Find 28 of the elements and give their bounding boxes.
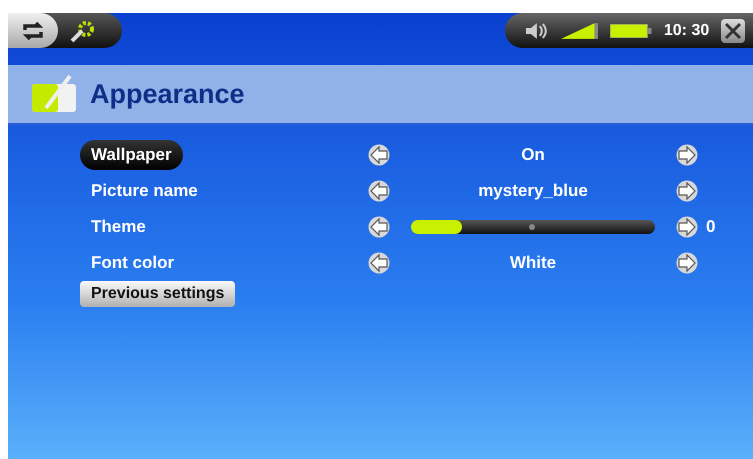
right-arrow-icon[interactable] — [676, 180, 698, 202]
page-title: Appearance — [90, 78, 245, 111]
sync-button[interactable] — [8, 13, 58, 48]
setting-label[interactable]: Theme — [80, 212, 157, 242]
volume-level-icon — [560, 22, 598, 38]
slider-reading: 0 — [706, 217, 716, 236]
speaker-icon[interactable] — [525, 22, 549, 40]
setting-value: mystery_blue — [478, 180, 588, 202]
setting-value: On — [521, 144, 545, 166]
right-arrow-icon[interactable] — [676, 252, 698, 274]
close-button[interactable] — [721, 18, 745, 42]
close-icon — [724, 22, 742, 40]
previous-settings-button[interactable]: Previous settings — [80, 281, 236, 307]
setting-value: White — [510, 252, 556, 274]
setting-label[interactable]: Wallpaper — [80, 140, 183, 170]
battery-icon — [610, 24, 652, 38]
sync-icon — [22, 20, 44, 42]
setting-label[interactable]: Font color — [80, 248, 186, 278]
left-arrow-icon[interactable] — [368, 144, 390, 166]
clock-time: 10: 30 — [664, 20, 710, 40]
left-arrow-icon[interactable] — [368, 180, 390, 202]
left-arrow-icon[interactable] — [368, 216, 390, 238]
settings-icon[interactable] — [70, 18, 96, 42]
right-arrow-icon[interactable] — [676, 144, 698, 166]
left-arrow-icon[interactable] — [368, 252, 390, 274]
theme-slider[interactable] — [411, 220, 655, 234]
right-arrow-icon[interactable] — [676, 216, 698, 238]
setting-label[interactable]: Picture name — [80, 176, 209, 206]
